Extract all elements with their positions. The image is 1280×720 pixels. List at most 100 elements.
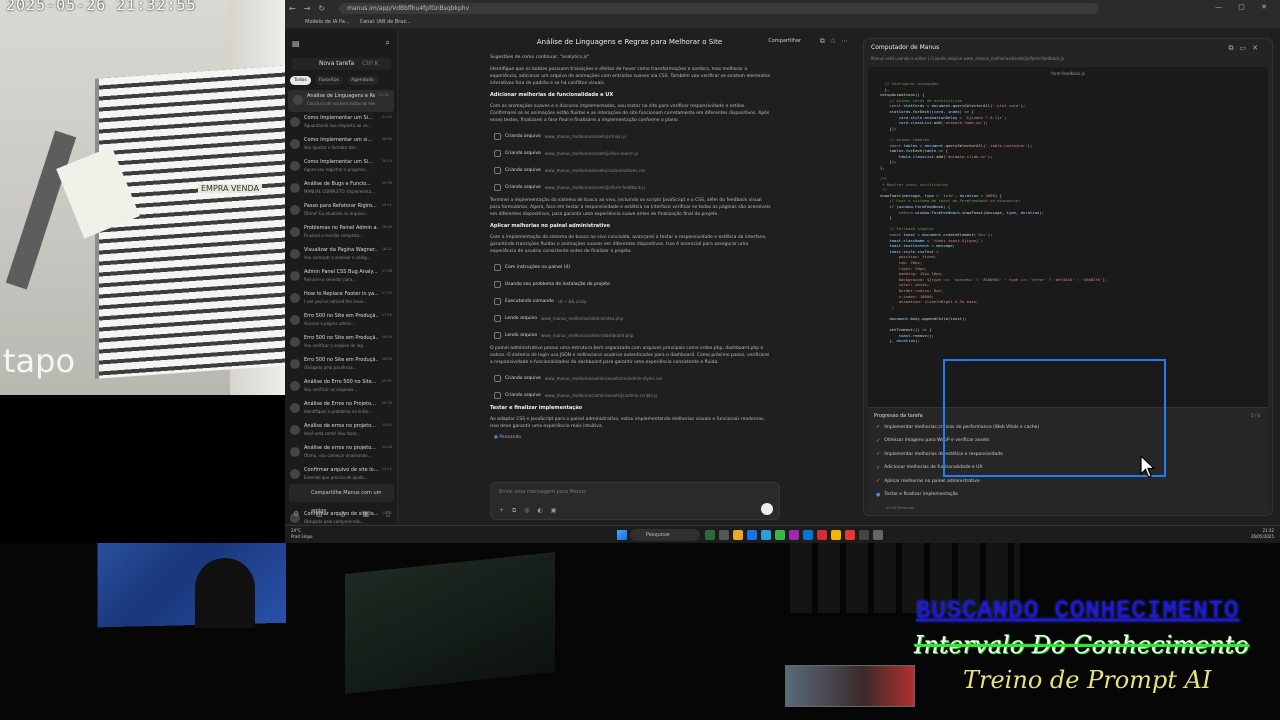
step-item[interactable]: Criando arquivo www_manus_melhorias/admin… (494, 388, 773, 402)
app-icon[interactable] (775, 530, 785, 540)
task-item[interactable]: Como Implementar um Si... Aguardando sua … (285, 112, 397, 134)
chat-title: Análise de Linguagens e Regras para Melh… (536, 38, 723, 46)
step-item[interactable]: Criando arquivo www_manus_melhorias/admin… (494, 371, 773, 385)
task-item[interactable]: Passo para Refatorar Rigiro... Ótimo! Eu … (285, 200, 397, 222)
filter-scheduled[interactable]: Agendado (347, 76, 378, 85)
task-title: Erro 500 no Site em Produçã... (304, 357, 378, 363)
task-item[interactable]: Problemas no Painel Admin a... Finalizei … (285, 222, 397, 244)
task-item[interactable]: Erro 500 no Site em Produçã... Acessei a … (285, 310, 397, 332)
task-text: Confirmar arquivo de site lo... Entendo q… (304, 467, 378, 480)
task-preview: Obrigado pela paciência... (304, 365, 357, 370)
task-item[interactable]: Como implementar um si... Vou ajustar o f… (285, 134, 397, 156)
chat-header-icons[interactable]: ⧉☆⋯ (820, 37, 853, 46)
send-button[interactable] (761, 503, 773, 515)
step-item[interactable]: Lendo arquivo www_manus_melhorias/admin/d… (494, 328, 773, 342)
task-item[interactable]: Visualizar da Página Wagner... Vou começa… (285, 244, 397, 266)
share-manus-button[interactable]: Compartilhe Manus com um amigo (289, 484, 394, 514)
app-icon[interactable] (789, 530, 799, 540)
task-item[interactable]: Análise do Erro 500 no Site... Vou verifi… (285, 376, 397, 398)
library-icon[interactable]: ▥ (316, 510, 323, 518)
app-icon[interactable] (719, 530, 729, 540)
step-path: cd ~ && unzip (557, 298, 587, 304)
bookmark-item[interactable]: Canal: IAB de Braz... (360, 19, 411, 25)
input-tools[interactable]: +⧉◎◐▣ (499, 507, 564, 515)
filter-favorites[interactable]: Favoritos (314, 76, 344, 85)
progress-heading: Progresso da tarefa (874, 413, 923, 419)
task-title: Como implementar um si... (304, 137, 373, 143)
reload-icon[interactable]: ↻ (314, 4, 329, 13)
camera-brand: tapo (3, 342, 76, 380)
window-controls[interactable]: — ▢ ✕ (1215, 3, 1274, 11)
task-item[interactable]: Análise de Erros no Projeto... Identifiqu… (285, 398, 397, 420)
message-input[interactable]: Envie uma mensagem para Manus (499, 489, 586, 495)
task-title: Análise do Erro 500 no Site... (304, 379, 377, 385)
app-icon[interactable] (845, 530, 855, 540)
new-task-button[interactable]: Nova tarefa Ctrl K (291, 58, 391, 70)
weather-widget[interactable]: 24°C Prait limpo (291, 528, 313, 540)
step-label: Criando arquivo (505, 133, 541, 139)
step-item[interactable]: Criando arquivo www_manus_melhorias/asset… (494, 146, 773, 160)
background-person (195, 558, 255, 628)
step-label: Lendo arquivo (505, 332, 537, 338)
background-screen (345, 551, 555, 695)
message-input-box[interactable]: Envie uma mensagem para Manus +⧉◎◐▣ (490, 482, 780, 520)
task-item[interactable]: Análise de erros no projeto... Você está … (285, 420, 397, 442)
sidebar-toggle-icon[interactable]: ▤ (292, 39, 300, 48)
task-item[interactable]: Erro 500 no Site em Produçã... Vou verifi… (285, 332, 397, 354)
settings-icon[interactable]: ⚙ (293, 510, 299, 518)
app-icon[interactable] (859, 530, 869, 540)
step-item[interactable]: Lendo arquivo www_manus_melhorias/admin/i… (494, 311, 773, 325)
app-icon[interactable] (873, 530, 883, 540)
app-icon[interactable] (705, 530, 715, 540)
windows-start-icon[interactable] (617, 530, 627, 540)
back-icon[interactable]: ← (285, 4, 300, 13)
step-check-icon (494, 132, 501, 140)
task-item[interactable]: Confirmar arquivo de site lo... Entendo q… (285, 464, 397, 486)
step-item[interactable]: Criando arquivo www_manus_melhorias/asset… (494, 163, 773, 177)
task-item[interactable]: Análise de Bugs e Funcio... MANUAL COMPLE… (285, 178, 397, 200)
task-icon (293, 95, 303, 105)
task-item[interactable]: Como Implementar um Si... Agora vou regis… (285, 156, 397, 178)
app-icon[interactable] (761, 530, 771, 540)
forward-icon[interactable]: → (300, 4, 315, 13)
task-item[interactable]: Análise de erros no projeto... Ótimo, vou… (285, 442, 397, 464)
task-item[interactable]: Análise de Linguagens e Regras... Concluí… (288, 90, 394, 112)
system-tray[interactable]: 21:32 26/05/2025 (1251, 528, 1274, 540)
taskbar-search[interactable]: Pesquisar (630, 529, 700, 541)
step-item[interactable]: Com instruções no painel (4) (494, 260, 773, 274)
globe-icon[interactable]: ◍ (340, 510, 346, 518)
weather-desc: Prait limpo (291, 534, 313, 539)
task-time: 19:11 (381, 203, 392, 207)
search-icon[interactable]: ⌕ (386, 38, 390, 48)
filter-all[interactable]: Todos (290, 76, 311, 85)
edge-icon[interactable] (747, 530, 757, 540)
task-item[interactable]: Admin Panel CSS Bug Analy... Reiniciei o … (285, 266, 397, 288)
task-item[interactable]: Erro 500 no Site em Produçã... Obrigado p… (285, 354, 397, 376)
step-item[interactable]: Criando arquivo www_manus_melhorias/asset… (494, 129, 773, 143)
task-time: 21:02 (381, 115, 392, 119)
section-heading[interactable]: Testar e finalizar implementação (490, 405, 773, 411)
step-label: Criando arquivo (505, 167, 541, 173)
step-item[interactable]: Executando comando cd ~ && unzip (494, 294, 773, 308)
task-preview: Ótimo, vou começar analisando... (304, 453, 372, 458)
app-icon[interactable] (817, 530, 827, 540)
bookmark-item[interactable]: Modelo de IA Pa... (305, 19, 350, 25)
app-icon[interactable] (803, 530, 813, 540)
section-heading[interactable]: Aplicar melhorias no painel administrati… (490, 223, 773, 229)
folder-icon[interactable] (733, 530, 743, 540)
task-icon (290, 293, 300, 303)
task-icon (290, 381, 300, 391)
url-field[interactable]: manus.im/app/VdBbflhu4fpfGnBsqbkphv (339, 2, 1100, 14)
share-button[interactable]: Compartilhar (768, 38, 801, 44)
panel-controls[interactable]: ⧉▭✕ (1229, 44, 1264, 53)
mobile-icon[interactable]: ▯ (386, 510, 390, 518)
section-heading[interactable]: Adicionar melhorias de funcionalidade e … (490, 92, 773, 98)
message-paragraph: Com as animações suaves e o discurso imp… (490, 104, 770, 123)
chrome-icon[interactable] (831, 530, 841, 540)
apps-icon[interactable]: ▦ (363, 510, 370, 518)
step-label: Executando comando (505, 298, 554, 304)
step-item[interactable]: Criando arquivo www_manus_melhorias/asset… (494, 180, 773, 194)
overlay-thumbnail (785, 665, 915, 707)
step-item[interactable]: Usando seu problema de instalação do pro… (494, 277, 773, 291)
task-item[interactable]: How to Replace Footer in ya... I see you'… (285, 288, 397, 310)
